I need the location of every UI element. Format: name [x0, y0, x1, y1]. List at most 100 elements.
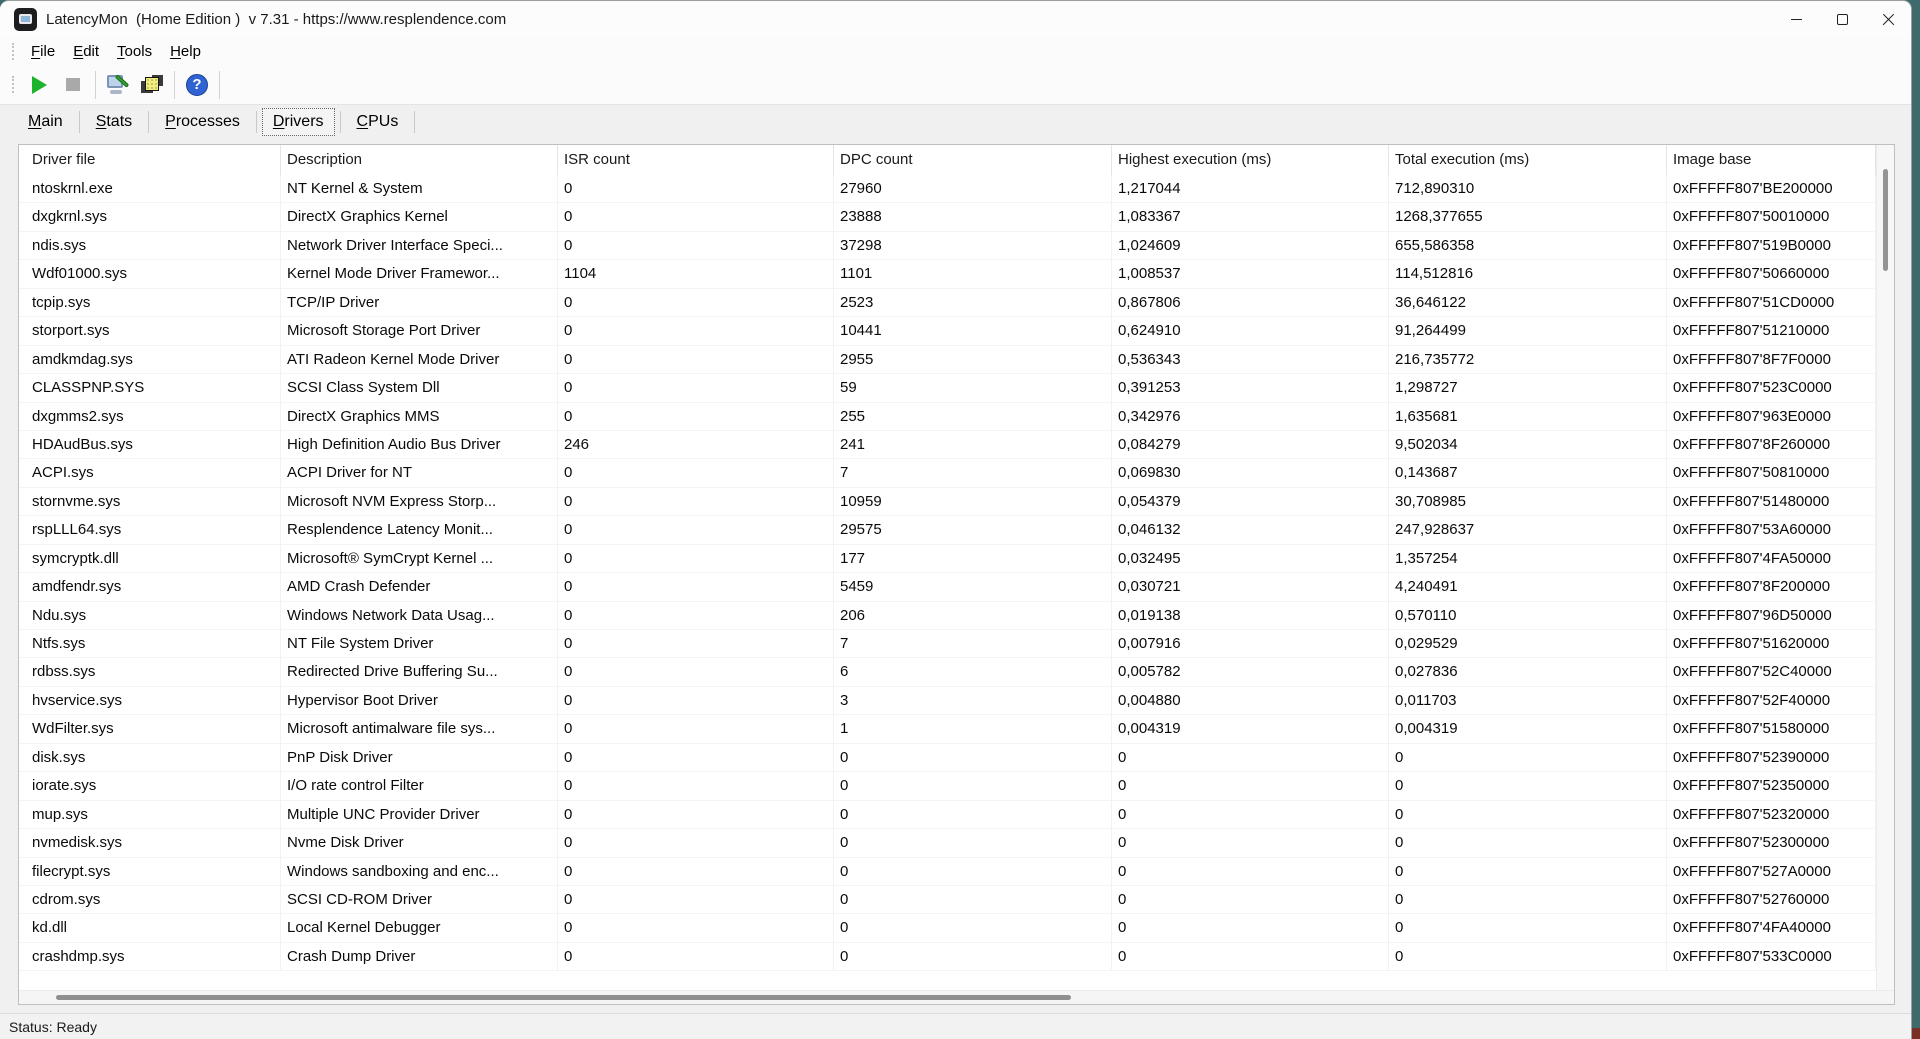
vertical-scrollbar-thumb[interactable]: [1883, 169, 1888, 271]
status-bar: Status: Ready: [0, 1013, 1911, 1039]
table-cell: 0,069830: [1112, 459, 1389, 487]
table-cell: 0xFFFFF807'96D50000: [1667, 601, 1876, 629]
table-row[interactable]: amdkmdag.sys ATI Radeon Kernel Mode Drive…: [19, 345, 1876, 375]
table-row[interactable]: rspLLL64.sys Resplendence Latency Monit..…: [19, 516, 1876, 545]
tab-stats[interactable]: Stats: [85, 108, 143, 136]
column-header-dpc-count[interactable]: DPC count: [834, 145, 1112, 175]
vertical-scrollbar[interactable]: [1876, 145, 1894, 990]
table-cell: 36,646122: [1389, 288, 1667, 317]
table-cell: 27960: [834, 175, 1112, 203]
table-row[interactable]: iorate.sys I/O rate control Filter 0 0 0 0 0xF…: [19, 772, 1876, 801]
table-row[interactable]: crashdmp.sys Crash Dump Driver 0 0 0 0 0xFFFFF…: [19, 942, 1876, 972]
column-header-driver-file[interactable]: Driver file: [19, 145, 281, 175]
table-cell: 0: [834, 914, 1112, 942]
table-cell: 0xFFFFF807'52C40000: [1667, 658, 1876, 686]
table-cell: 0xFFFFF807'51CD0000: [1667, 288, 1876, 317]
table-row[interactable]: nvmedisk.sys Nvme Disk Driver 0 0 0 0 0xFFFFF8…: [19, 829, 1876, 858]
table-row[interactable]: kd.dll Local Kernel Debugger 0 0 0 0 0xFFFFF80…: [19, 914, 1876, 943]
table-row[interactable]: hvservice.sys Hypervisor Boot Driver 0 3 0,0…: [19, 686, 1876, 716]
table-row[interactable]: storport.sys Microsoft Storage Port Drive…: [19, 317, 1876, 346]
table-cell: 0xFFFFF807'523C0000: [1667, 374, 1876, 402]
tab-cpus[interactable]: CPUs: [346, 108, 410, 136]
table-cell: Microsoft® SymCrypt Kernel ...: [281, 544, 558, 573]
close-button[interactable]: [1865, 1, 1911, 37]
table-row[interactable]: stornvme.sys Microsoft NVM Express Storp.…: [19, 487, 1876, 517]
minimize-button[interactable]: [1773, 1, 1819, 37]
maximize-button[interactable]: [1819, 1, 1865, 37]
table-row[interactable]: filecrypt.sys Windows sandboxing and enc.…: [19, 857, 1876, 886]
table-cell: 0,867806: [1112, 288, 1389, 317]
window-title: LatencyMon (Home Edition ) v 7.31 - http…: [46, 10, 507, 28]
column-header-image-base[interactable]: Image base: [1667, 145, 1876, 175]
menu-item-tools[interactable]: Tools: [108, 40, 161, 63]
table-cell: 0: [834, 942, 1112, 971]
table-cell: iorate.sys: [19, 772, 281, 800]
menu-item-file[interactable]: File: [22, 40, 64, 63]
table-row[interactable]: Ndu.sys Windows Network Data Usag... 0 206 0…: [19, 601, 1876, 630]
table-cell: Crash Dump Driver: [281, 942, 558, 971]
drivers-tab-content: Driver file Description ISR count DPC count…: [0, 139, 1911, 1013]
tab-label-rest: rocesses: [175, 113, 240, 130]
status-text: Status: Ready: [9, 1018, 97, 1035]
table-cell: 10441: [834, 317, 1112, 345]
start-monitor-button[interactable]: [22, 70, 56, 100]
tab-main[interactable]: Main: [17, 108, 74, 136]
table-cell: 0,391253: [1112, 374, 1389, 402]
table-row[interactable]: ACPI.sys ACPI Driver for NT 0 7 0,069830 0,14…: [19, 459, 1876, 488]
table-row[interactable]: cdrom.sys SCSI CD-ROM Driver 0 0 0 0 0xFFFFF80…: [19, 885, 1876, 915]
column-header-total-execution-ms-[interactable]: Total execution (ms): [1389, 145, 1667, 175]
menu-item-help[interactable]: Help: [161, 40, 210, 63]
table-cell: hvservice.sys: [19, 686, 281, 715]
table-row[interactable]: tcpip.sys TCP/IP Driver 0 2523 0,867806 36,64…: [19, 288, 1876, 318]
tab-drivers[interactable]: Drivers: [261, 108, 335, 136]
column-header-isr-count[interactable]: ISR count: [558, 145, 834, 175]
table-row[interactable]: amdfendr.sys AMD Crash Defender 0 5459 0,030…: [19, 573, 1876, 602]
table-cell: High Definition Audio Bus Driver: [281, 430, 558, 459]
menu-label-rest: ile: [40, 42, 56, 60]
column-header-highest-execution-ms-[interactable]: Highest execution (ms): [1112, 145, 1389, 175]
menu-item-edit[interactable]: Edit: [64, 40, 108, 63]
table-cell: Kernel Mode Driver Framewor...: [281, 260, 558, 288]
table-cell: 0,342976: [1112, 402, 1389, 430]
table-cell: 4,240491: [1389, 573, 1667, 601]
table-row[interactable]: rdbss.sys Redirected Drive Buffering Su..…: [19, 658, 1876, 687]
table-cell: 1,083367: [1112, 203, 1389, 231]
tools-button[interactable]: [101, 70, 135, 100]
table-cell: SCSI CD-ROM Driver: [281, 885, 558, 914]
table-row[interactable]: symcryptk.dll Microsoft® SymCrypt Kernel …: [19, 544, 1876, 574]
table-cell: 0: [558, 829, 834, 857]
table-cell: filecrypt.sys: [19, 857, 281, 885]
horizontal-scrollbar[interactable]: [19, 990, 1894, 1004]
table-row[interactable]: dxgmms2.sys DirectX Graphics MMS 0 255 0,342…: [19, 402, 1876, 431]
tab-label-rest: PUs: [368, 113, 399, 130]
table-row[interactable]: HDAudBus.sys High Definition Audio Bus Dr…: [19, 430, 1876, 460]
table-cell: 0,004319: [1389, 715, 1667, 743]
table-row[interactable]: Ntfs.sys NT File System Driver 0 7 0,007916 0…: [19, 630, 1876, 659]
table-cell: 0: [558, 459, 834, 487]
table-cell: 91,264499: [1389, 317, 1667, 345]
table-row[interactable]: disk.sys PnP Disk Driver 0 0 0 0 0xFFFFF807'52…: [19, 743, 1876, 773]
table-cell: 1,217044: [1112, 175, 1389, 203]
stop-monitor-button[interactable]: [56, 70, 90, 100]
toolbar-separator: [219, 70, 220, 99]
table-cell: disk.sys: [19, 743, 281, 772]
table-cell: 0: [1112, 772, 1389, 800]
table-cell: SCSI Class System Dll: [281, 374, 558, 402]
copy-report-button[interactable]: [135, 70, 169, 100]
table-row[interactable]: ndis.sys Network Driver Interface Speci..…: [19, 231, 1876, 261]
table-row[interactable]: CLASSPNP.SYS SCSI Class System Dll 0 59 0,39…: [19, 374, 1876, 403]
table-row[interactable]: Wdf01000.sys Kernel Mode Driver Framewor.…: [19, 260, 1876, 289]
column-header-description[interactable]: Description: [281, 145, 558, 175]
table-cell: kd.dll: [19, 914, 281, 942]
tab-processes[interactable]: Processes: [154, 108, 251, 136]
table-row[interactable]: WdFilter.sys Microsoft antimalware file s…: [19, 715, 1876, 744]
table-row[interactable]: ntoskrnl.exe NT Kernel & System 0 27960 1,21…: [19, 175, 1876, 204]
table-row[interactable]: mup.sys Multiple UNC Provider Driver 0 0 0 0 0…: [19, 800, 1876, 830]
help-button[interactable]: ?: [180, 70, 214, 100]
table-cell: Wdf01000.sys: [19, 260, 281, 288]
table-row[interactable]: dxgkrnl.sys DirectX Graphics Kernel 0 23888…: [19, 203, 1876, 232]
horizontal-scrollbar-thumb[interactable]: [56, 995, 1071, 1000]
table-cell: 0: [558, 857, 834, 885]
table-cell: 0: [558, 800, 834, 829]
menu-hotkey: F: [31, 42, 41, 60]
